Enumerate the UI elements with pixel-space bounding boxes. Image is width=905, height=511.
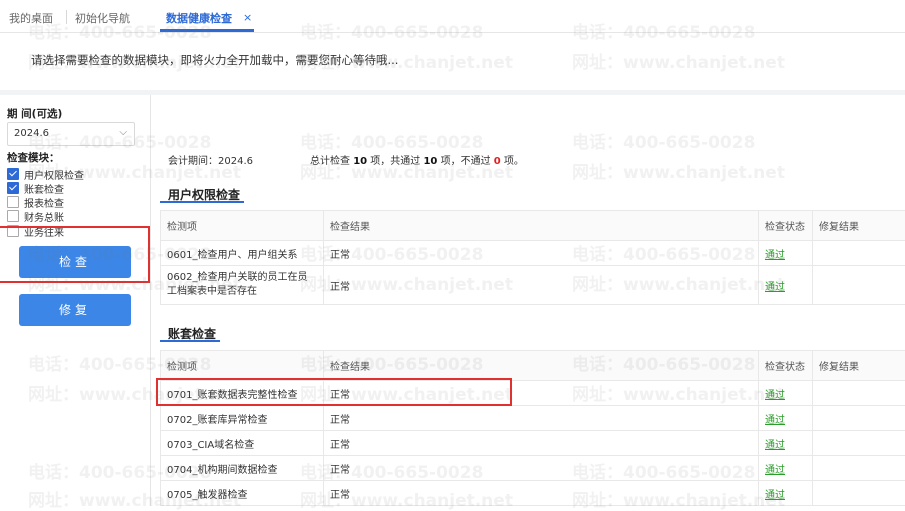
- module-label: 检查模块：: [7, 150, 60, 165]
- summary-period: 会计期间：2024.6: [168, 152, 253, 167]
- tab-bar: 我的桌面 初始化导航 数据健康检查 ×: [0, 0, 905, 33]
- cell-repair: [813, 406, 905, 431]
- period-label: 期 间(可选): [7, 106, 62, 121]
- cell-item: 0601_检查用户、用户组关系: [161, 241, 324, 266]
- period-value: 2024.6: [14, 128, 49, 139]
- table-row: 0702_账套库异常检查 正常 通过: [161, 406, 905, 431]
- summary-totals: 总计检查 10 项，共通过 10 项，不通过 0 项。: [310, 152, 524, 167]
- status-pass-link[interactable]: 通过: [765, 490, 785, 501]
- cell-result: 正常: [324, 456, 759, 481]
- column-header-repair: 修复结果: [813, 351, 905, 381]
- cell-result: 正常: [324, 266, 759, 305]
- tab-init-nav[interactable]: 初始化导航: [75, 10, 130, 26]
- tab-divider: [66, 10, 67, 24]
- summary-total-suffix: 项，共通过: [367, 156, 423, 167]
- table-row: 0704_机构期间数据检查 正常 通过: [161, 456, 905, 481]
- cell-item: 0703_CIA域名检查: [161, 431, 324, 456]
- watermark-phone: 电话：400-665-0028: [572, 128, 755, 153]
- cell-repair: [813, 241, 905, 266]
- user-permission-table: 检测项 检查结果 检查状态 修复结果 0601_检查用户、用户组关系 正常 通过…: [160, 210, 905, 305]
- checkbox[interactable]: [7, 196, 19, 208]
- watermark-site: 网址：www.chanjet.net: [572, 48, 785, 73]
- cell-repair: [813, 266, 905, 305]
- repair-button[interactable]: 修复: [19, 294, 131, 326]
- cell-result: 正常: [324, 481, 759, 506]
- cell-repair: [813, 481, 905, 506]
- module-label-text: 报表检查: [24, 195, 64, 210]
- checkbox[interactable]: [7, 210, 19, 222]
- notice-text: 请选择需要检查的数据模块，即将火力全开加载中，需要您耐心等待哦...: [31, 52, 398, 68]
- status-pass-link[interactable]: 通过: [765, 282, 785, 293]
- close-icon[interactable]: ×: [243, 11, 252, 24]
- section-underline: [160, 201, 244, 203]
- summary-total-count: 10: [353, 156, 367, 167]
- tab-my-desktop[interactable]: 我的桌面: [9, 10, 53, 26]
- status-pass-link[interactable]: 通过: [765, 415, 785, 426]
- cell-repair: [813, 381, 905, 406]
- module-label-text: 账套检查: [24, 181, 64, 196]
- status-pass-link[interactable]: 通过: [765, 250, 785, 261]
- cell-repair: [813, 431, 905, 456]
- summary-passed-count: 10: [423, 156, 437, 167]
- table-row: 0601_检查用户、用户组关系 正常 通过: [161, 241, 905, 266]
- column-header-result: 检查结果: [324, 351, 759, 381]
- module-label-text: 用户权限检查: [24, 167, 84, 182]
- chevron-down-icon: ⌵: [119, 127, 127, 138]
- cell-item: 0705_触发器检查: [161, 481, 324, 506]
- watermark-site: 网址：www.chanjet.net: [572, 158, 785, 183]
- cell-result: 正常: [324, 241, 759, 266]
- highlight-box-row-0701: [156, 378, 512, 406]
- summary-failed-count: 0: [494, 156, 501, 167]
- table-row: 0703_CIA域名检查 正常 通过: [161, 431, 905, 456]
- column-header-status: 检查状态: [759, 211, 813, 241]
- cell-item: 0704_机构期间数据检查: [161, 456, 324, 481]
- status-pass-link[interactable]: 通过: [765, 465, 785, 476]
- section-underline: [160, 340, 220, 342]
- table-row: 0602_检查用户关联的员工在员工档案表中是否存在 正常 通过: [161, 266, 905, 305]
- cell-result: 正常: [324, 431, 759, 456]
- checkbox[interactable]: [7, 182, 19, 194]
- column-header-result: 检查结果: [324, 211, 759, 241]
- summary-total-prefix: 总计检查: [310, 156, 353, 167]
- summary-passed-suffix: 项，不通过: [437, 156, 493, 167]
- cell-repair: [813, 456, 905, 481]
- cell-item: 0702_账套库异常检查: [161, 406, 324, 431]
- cell-item: 0602_检查用户关联的员工在员工档案表中是否存在: [161, 266, 324, 305]
- table-header-row: 检测项 检查结果 检查状态 修复结果: [161, 211, 905, 241]
- summary-failed-suffix: 项。: [501, 156, 524, 167]
- table-row: 0705_触发器检查 正常 通过: [161, 481, 905, 506]
- highlight-box-check-button: [0, 226, 150, 283]
- account-set-table: 检测项 检查结果 检查状态 修复结果 0701_账套数据表完整性检查 正常 通过…: [160, 350, 905, 506]
- column-header-repair: 修复结果: [813, 211, 905, 241]
- cell-result: 正常: [324, 406, 759, 431]
- status-pass-link[interactable]: 通过: [765, 440, 785, 451]
- active-tab-indicator: [160, 29, 254, 32]
- column-header-item: 检测项: [161, 211, 324, 241]
- watermark-phone: 电话：400-665-0028: [300, 128, 483, 153]
- column-header-item: 检测项: [161, 351, 324, 381]
- table-header-row: 检测项 检查结果 检查状态 修复结果: [161, 351, 905, 381]
- checkbox[interactable]: [7, 168, 19, 180]
- module-label-text: 财务总账: [24, 209, 64, 224]
- tab-data-health-check[interactable]: 数据健康检查: [166, 10, 232, 26]
- status-pass-link[interactable]: 通过: [765, 390, 785, 401]
- column-header-status: 检查状态: [759, 351, 813, 381]
- period-select[interactable]: 2024.6 ⌵: [7, 122, 135, 146]
